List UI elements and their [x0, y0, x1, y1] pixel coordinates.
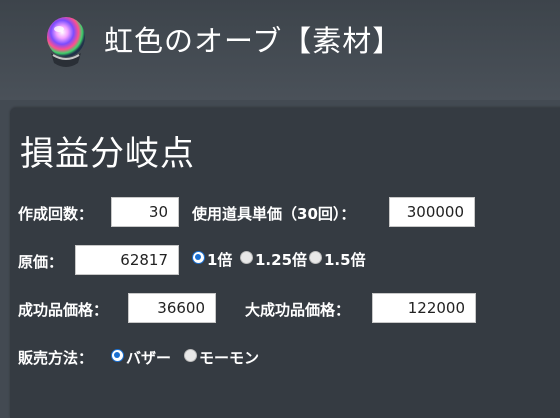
multiplier-label-1x: 1倍	[207, 251, 233, 269]
sale-method-radio-momon[interactable]	[184, 349, 197, 362]
multiplier-radio-1x[interactable]	[192, 251, 205, 264]
cost-price-input[interactable]	[75, 245, 179, 275]
great-success-price-input[interactable]	[372, 293, 476, 323]
multiplier-radio-125x[interactable]	[240, 251, 253, 264]
item-header: 虹色のオーブ【素材】	[0, 0, 560, 100]
craft-count-label: 作成回数：	[18, 205, 94, 223]
rainbow-orb-icon	[47, 17, 85, 67]
craft-count-input[interactable]	[111, 197, 179, 227]
panel-title: 損益分岐点	[20, 134, 195, 174]
multiplier-radio-15x[interactable]	[309, 251, 322, 264]
success-price-label: 成功品価格：	[18, 301, 109, 319]
great-success-price-label: 大成功品価格：	[245, 301, 351, 319]
sale-method-radio-bazaar[interactable]	[111, 349, 124, 362]
multiplier-label-15x: 1.5倍	[324, 251, 366, 269]
item-title: 虹色のオーブ【素材】	[104, 24, 403, 58]
sale-method-label: 販売方法：	[18, 349, 94, 367]
tool-unit-price-input[interactable]	[389, 197, 475, 227]
sale-method-label-momon: モーモン	[199, 349, 260, 367]
break-even-panel: 損益分岐点 作成回数： 使用道具単価（30回）： 原価： 1倍 1.25倍 1.…	[10, 108, 560, 418]
cost-price-label: 原価：	[18, 253, 64, 271]
sale-method-label-bazaar: バザー	[126, 349, 172, 367]
tool-unit-price-label: 使用道具単価（30回）：	[192, 205, 356, 223]
success-price-input[interactable]	[128, 293, 216, 323]
multiplier-label-125x: 1.25倍	[255, 251, 308, 269]
